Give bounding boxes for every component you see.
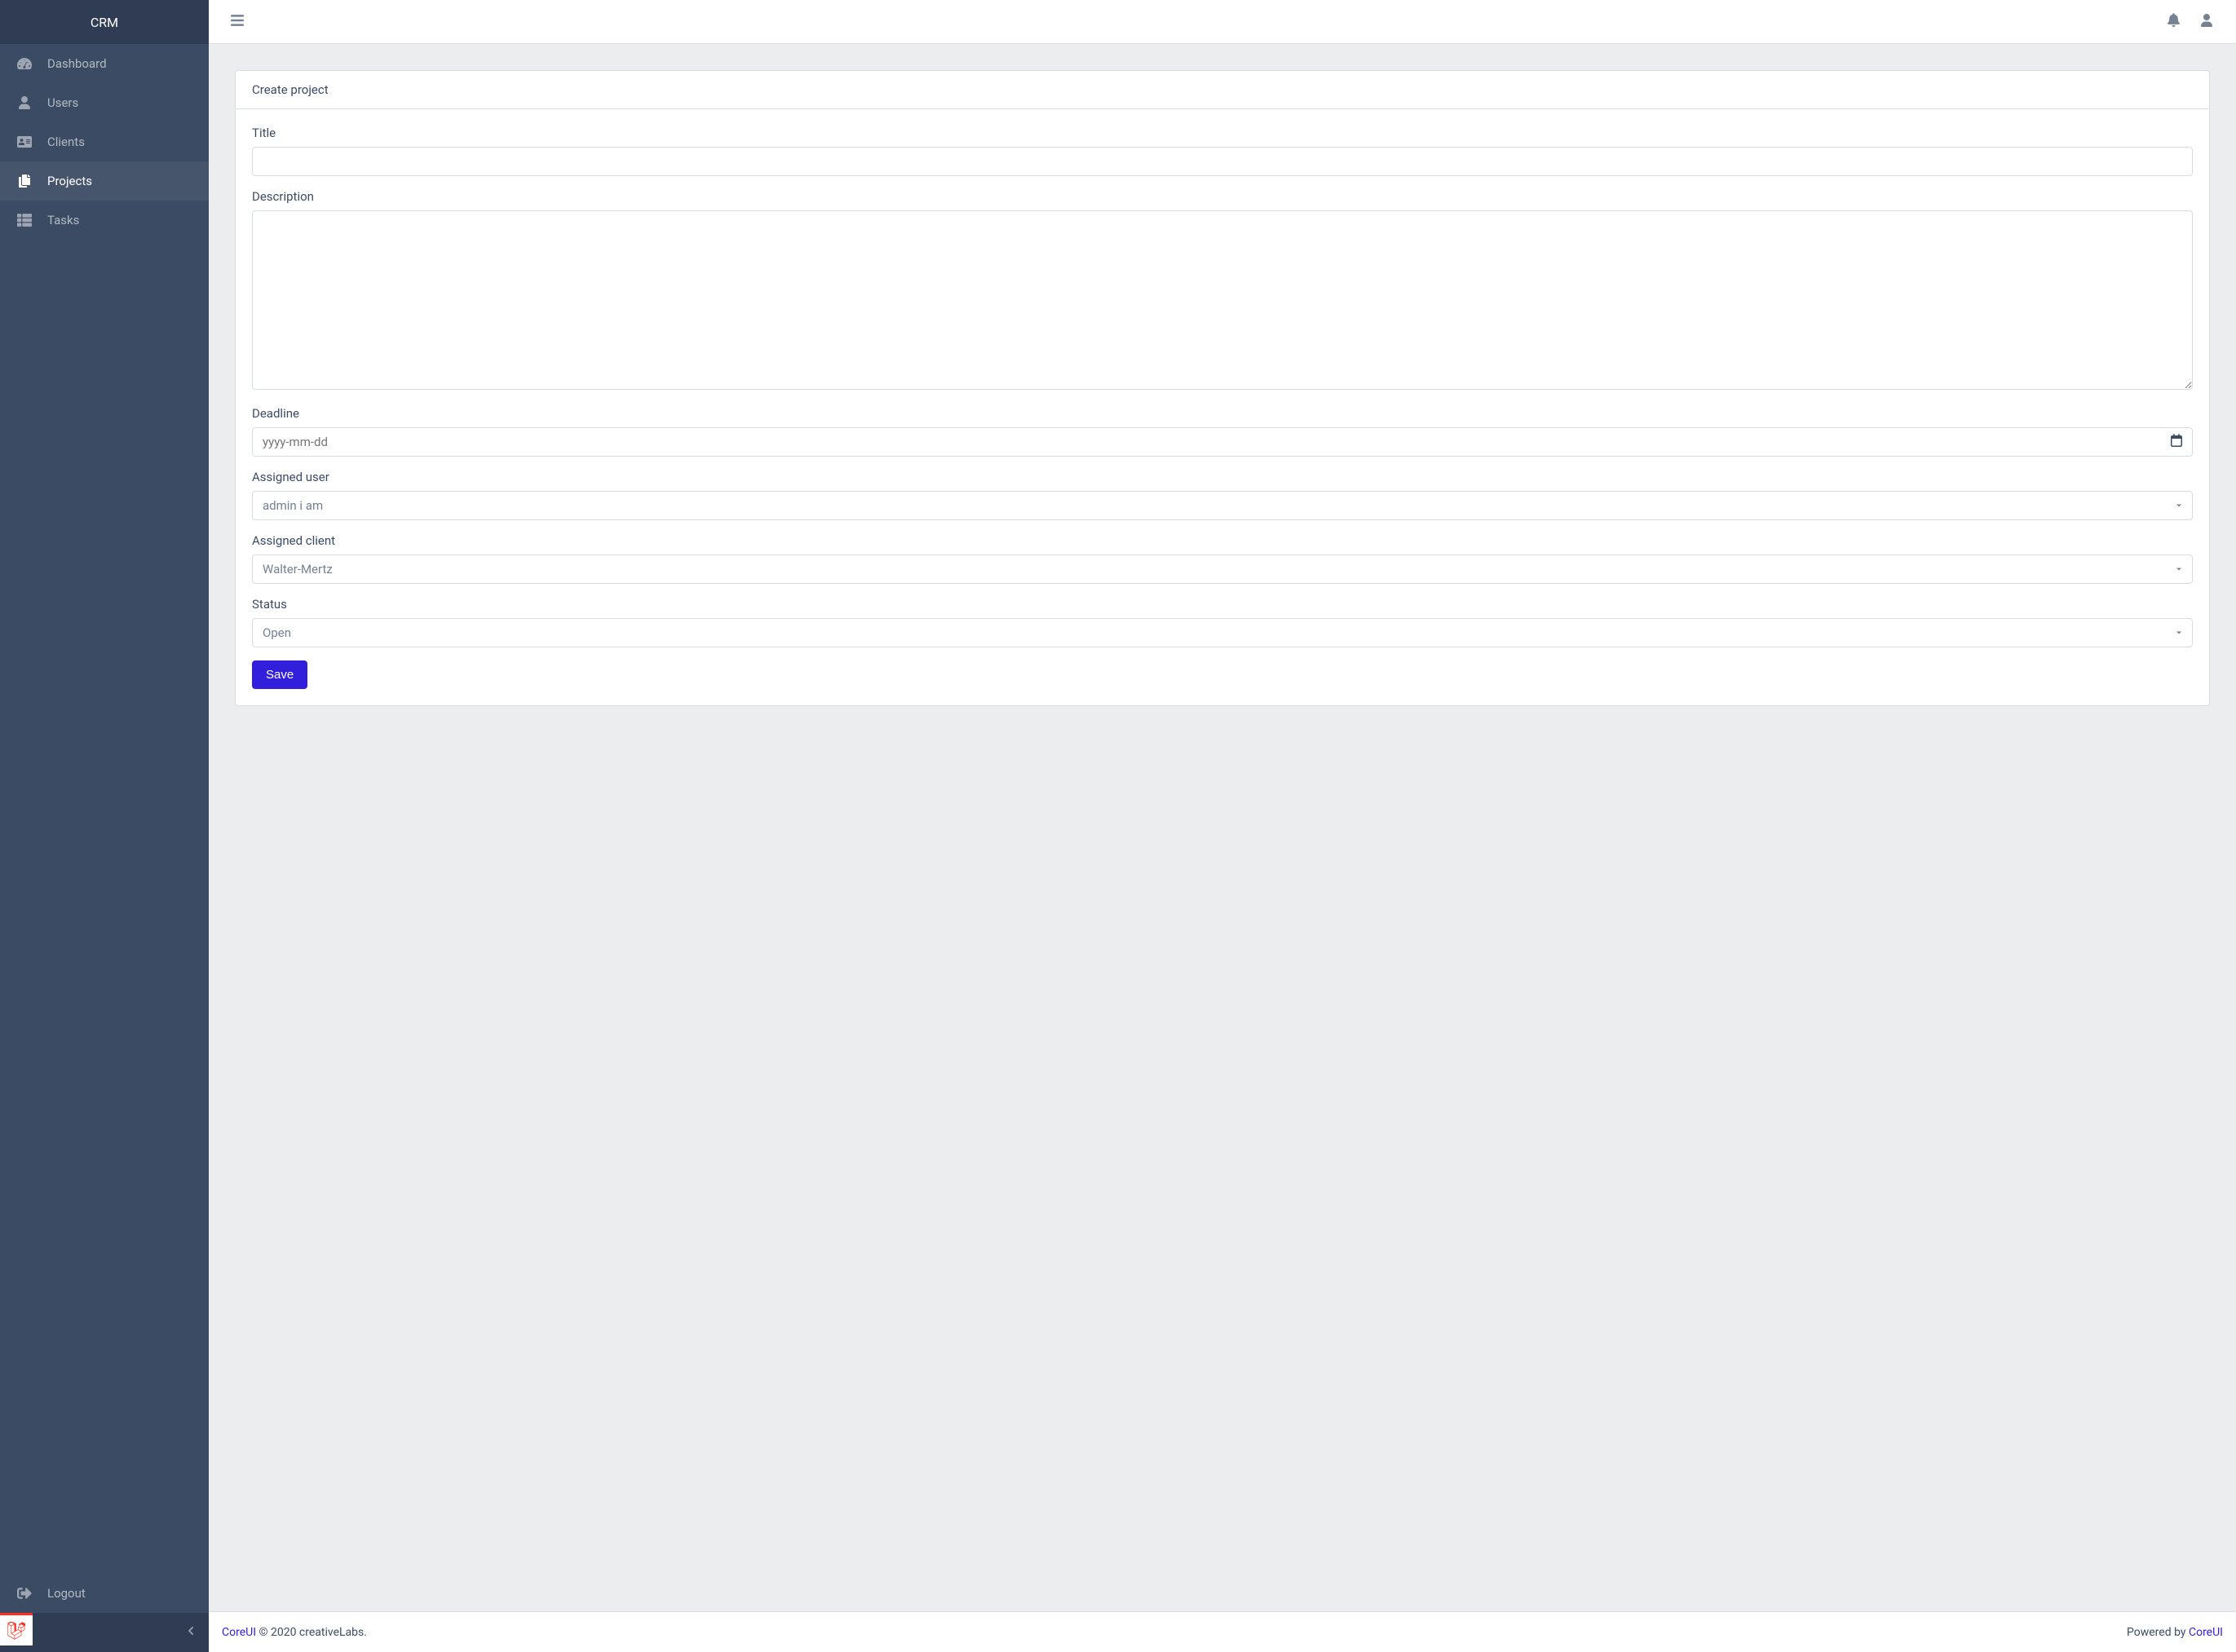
chevron-left-icon bbox=[186, 1626, 196, 1639]
deadline-label: Deadline bbox=[252, 406, 2193, 421]
footer-left: CoreUI © 2020 creativeLabs. bbox=[222, 1626, 367, 1639]
assigned-client-label: Assigned client bbox=[252, 533, 2193, 548]
sidebar-item-label: Dashboard bbox=[47, 56, 107, 71]
copy-icon bbox=[16, 173, 33, 189]
header bbox=[209, 0, 2236, 44]
tachometer-icon bbox=[16, 55, 33, 72]
card-body: Title Description Deadline bbox=[236, 109, 2209, 705]
sign-out-icon bbox=[16, 1585, 33, 1601]
sidebar-item-users[interactable]: Users bbox=[0, 83, 209, 122]
sidebar-item-tasks[interactable]: Tasks bbox=[0, 201, 209, 240]
user-icon bbox=[2200, 14, 2213, 30]
form-group-deadline: Deadline bbox=[252, 406, 2193, 457]
description-textarea[interactable] bbox=[252, 210, 2193, 390]
sidebar-minimizer[interactable] bbox=[173, 1626, 209, 1639]
status-label: Status bbox=[252, 597, 2193, 612]
sidebar-logout-section: Logout bbox=[0, 1574, 209, 1613]
title-input[interactable] bbox=[252, 147, 2193, 176]
card-title: Create project bbox=[252, 82, 329, 97]
sidebar-item-label: Clients bbox=[47, 135, 85, 149]
form-group-description: Description bbox=[252, 189, 2193, 393]
notifications-button[interactable] bbox=[2157, 8, 2190, 35]
user-icon bbox=[16, 95, 33, 111]
menu-icon bbox=[230, 13, 245, 31]
footer-powered-by: Powered by bbox=[2127, 1626, 2189, 1639]
sidebar-item-label: Logout bbox=[47, 1586, 86, 1601]
sidebar-item-dashboard[interactable]: Dashboard bbox=[0, 44, 209, 83]
sidebar-toggler[interactable] bbox=[222, 8, 253, 36]
brand-text: CRM bbox=[91, 15, 118, 30]
deadline-input[interactable] bbox=[252, 427, 2193, 457]
main-content: Create project Title Description Deadlin… bbox=[209, 44, 2236, 1611]
assigned-client-select[interactable]: Walter-Mertz bbox=[252, 554, 2193, 584]
form-group-assigned-client: Assigned client Walter-Mertz bbox=[252, 533, 2193, 584]
sidebar-item-clients[interactable]: Clients bbox=[0, 122, 209, 161]
sidebar-item-label: Users bbox=[47, 95, 78, 110]
status-select[interactable]: Open bbox=[252, 618, 2193, 647]
main-wrapper: Create project Title Description Deadlin… bbox=[209, 0, 2236, 1652]
sidebar-item-logout[interactable]: Logout bbox=[0, 1574, 209, 1613]
save-button[interactable]: Save bbox=[252, 660, 307, 689]
sidebar-brand: CRM bbox=[0, 0, 209, 44]
user-menu-button[interactable] bbox=[2190, 9, 2223, 35]
sidebar-item-label: Projects bbox=[47, 174, 92, 188]
bell-icon bbox=[2167, 13, 2181, 30]
assigned-user-select[interactable]: admin i am bbox=[252, 491, 2193, 520]
footer-link-coreui-2[interactable]: CoreUI bbox=[2189, 1626, 2223, 1639]
address-card-icon bbox=[16, 134, 33, 150]
title-label: Title bbox=[252, 126, 2193, 140]
sidebar-item-label: Tasks bbox=[47, 213, 79, 227]
sidebar-footer bbox=[0, 1613, 209, 1652]
form-group-assigned-user: Assigned user admin i am bbox=[252, 470, 2193, 520]
card-header: Create project bbox=[236, 71, 2209, 109]
assigned-user-label: Assigned user bbox=[252, 470, 2193, 484]
form-group-title: Title bbox=[252, 126, 2193, 176]
form-group-status: Status Open bbox=[252, 597, 2193, 647]
create-project-card: Create project Title Description Deadlin… bbox=[235, 70, 2210, 706]
footer: CoreUI © 2020 creativeLabs. Powered by C… bbox=[209, 1611, 2236, 1652]
laravel-badge bbox=[0, 1613, 33, 1645]
footer-link-coreui[interactable]: CoreUI bbox=[222, 1626, 256, 1639]
tasks-icon bbox=[16, 212, 33, 228]
sidebar-nav: Dashboard Users Clients Projects Tasks bbox=[0, 44, 209, 1574]
footer-copyright: © 2020 creativeLabs. bbox=[256, 1626, 367, 1639]
footer-right: Powered by CoreUI bbox=[2127, 1626, 2223, 1639]
sidebar: CRM Dashboard Users Clients Projects bbox=[0, 0, 209, 1652]
sidebar-item-projects[interactable]: Projects bbox=[0, 161, 209, 201]
description-label: Description bbox=[252, 189, 2193, 204]
